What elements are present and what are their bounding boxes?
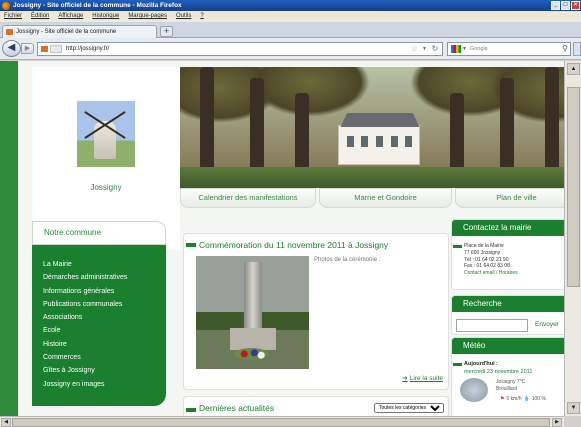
- scroll-left-icon[interactable]: ◀: [1, 418, 11, 427]
- back-arrow-icon[interactable]: ◀: [2, 40, 21, 57]
- url-text[interactable]: http://jossigny.fr/: [66, 46, 109, 52]
- article-card: Commémoration du 11 novembre 2011 à Joss…: [183, 233, 449, 390]
- window-title: Jossigny - Site officiel de la commune -…: [13, 2, 182, 9]
- read-more-link[interactable]: ➔ Lire la suite: [402, 374, 443, 382]
- search-submit-button[interactable]: Envoyer: [535, 321, 559, 328]
- contact-address: Place de la Mairie: [464, 243, 504, 249]
- bookmark-star-icon[interactable]: ☆: [411, 43, 418, 55]
- article-title[interactable]: Commémoration du 11 novembre 2011 à Joss…: [199, 240, 388, 250]
- menu-outils[interactable]: Outils: [176, 11, 191, 22]
- horizontal-scroll-thumb[interactable]: [12, 418, 550, 427]
- tab-jossigny[interactable]: Jossigny - Site officiel de la commune: [2, 25, 157, 38]
- nav-marne-et-gondoire[interactable]: Marne et Gondoire: [319, 188, 452, 208]
- menu-item-gites[interactable]: Gîtes à Jossigny: [43, 364, 127, 377]
- window-title-bar: Jossigny - Site officiel de la commune -…: [0, 0, 581, 11]
- article-bullet-icon: [186, 243, 196, 247]
- weather-date: mercredi 23 novembre 2011: [464, 369, 533, 375]
- menu-bar: Fichier Édition Affichage Historique Mar…: [0, 11, 581, 22]
- menu-item-demarches[interactable]: Démarches administratives: [43, 271, 127, 284]
- maximize-button[interactable]: □: [561, 1, 570, 10]
- favicon-icon: [6, 29, 13, 35]
- site-favicon-icon: [41, 46, 48, 52]
- new-tab-button[interactable]: +: [160, 26, 173, 37]
- menu-fichier[interactable]: Fichier: [4, 11, 22, 22]
- search-bar[interactable]: ▼ Google ⚲: [447, 42, 571, 56]
- url-bar[interactable]: http://jossigny.fr/ ☆ ▼ ↻: [37, 42, 443, 56]
- wind-flag-icon: ⚑: [500, 396, 505, 402]
- contact-email-link[interactable]: Contact email / Horaires: [464, 270, 518, 276]
- contact-phone: Tél : 01 64 02 21 90: [464, 256, 509, 263]
- scroll-down-icon[interactable]: ▼: [567, 402, 580, 414]
- contact-box: Contactez la mairie Place de la Mairie 7…: [451, 219, 576, 290]
- fog-cloud-icon: [460, 378, 488, 402]
- menu-item-commerces[interactable]: Commerces: [43, 351, 127, 364]
- weather-wind: 0 km/h: [506, 396, 522, 402]
- news-card: Dernières actualités Toutes les catégori…: [183, 396, 449, 416]
- vertical-scroll-thumb[interactable]: [567, 87, 580, 287]
- menu-historique[interactable]: Historique: [92, 11, 119, 22]
- search-placeholder: Google: [470, 46, 488, 52]
- minimize-button[interactable]: _: [551, 1, 560, 10]
- url-history-dropdown-icon[interactable]: ▼: [422, 43, 427, 55]
- home-icon[interactable]: [573, 42, 581, 56]
- news-title: Dernières actualités: [199, 403, 275, 413]
- menu-item-histoire[interactable]: Histoire: [43, 338, 127, 351]
- contact-fax: Fax : 01 64 02 83 08: [464, 263, 510, 270]
- windmill-image: [77, 101, 135, 167]
- nav-plan-de-ville[interactable]: Plan de ville: [455, 188, 578, 208]
- menu-affichage[interactable]: Affichage: [58, 11, 83, 22]
- menu-item-la-mairie[interactable]: La Mairie: [43, 258, 127, 271]
- scroll-right-icon[interactable]: ▶: [552, 418, 562, 427]
- tab-bar: Jossigny - Site officiel de la commune +: [0, 22, 581, 38]
- category-select[interactable]: Toutes les catégories: [374, 403, 444, 413]
- contact-bullet-icon: [453, 245, 462, 248]
- site-identity-icon[interactable]: [50, 45, 62, 53]
- weather-box: Météo Aujourd'hui : mercredi 23 novembre…: [451, 337, 576, 416]
- menu-edition[interactable]: Édition: [31, 11, 49, 22]
- engine-dropdown-icon[interactable]: ▼: [462, 43, 467, 55]
- menu-item-associations[interactable]: Associations: [43, 311, 127, 324]
- humidity-drop-icon: 💧: [523, 396, 530, 402]
- left-menu-title: Notre commune: [32, 221, 166, 245]
- menu-item-informations[interactable]: Informations générales: [43, 285, 127, 298]
- weather-humidity: 100 %: [531, 396, 546, 402]
- left-menu: Notre commune La Mairie Démarches admini…: [32, 221, 166, 406]
- magnifier-icon[interactable]: ⚲: [562, 43, 568, 55]
- menu-help[interactable]: ?: [200, 11, 203, 22]
- nav-calendrier[interactable]: Calendrier des manifestations: [180, 188, 316, 208]
- weather-title: Météo: [452, 338, 575, 354]
- site-logo-text: Jossigny: [90, 183, 122, 192]
- photos-caption: Photos de la cérémonie :: [314, 257, 381, 263]
- hero-banner-image: [180, 67, 578, 188]
- google-engine-icon[interactable]: [451, 45, 461, 53]
- horizontal-scrollbar[interactable]: ◀ ▶: [0, 416, 564, 427]
- menu-marque-pages[interactable]: Marque-pages: [128, 11, 167, 22]
- weather-day-label: Aujourd'hui :: [464, 361, 498, 367]
- forward-arrow-icon[interactable]: ▶: [21, 43, 34, 54]
- weather-bullet-icon: [453, 363, 462, 366]
- tab-label: Jossigny - Site officiel de la commune: [16, 29, 117, 35]
- menu-item-publications[interactable]: Publications communales: [43, 298, 127, 311]
- search-box: Recherche Envoyer: [451, 295, 576, 335]
- site-search-input[interactable]: [456, 319, 528, 332]
- firefox-icon: [2, 2, 10, 10]
- chateau-image: [338, 125, 420, 165]
- contact-title: Contactez la mairie: [452, 220, 575, 236]
- close-button[interactable]: ×: [571, 1, 580, 10]
- scroll-up-icon[interactable]: ▲: [567, 63, 580, 75]
- menu-item-jossigny-en-images[interactable]: Jossigny en images: [43, 378, 127, 391]
- search-title: Recherche: [452, 296, 575, 312]
- reload-icon[interactable]: ↻: [430, 44, 440, 54]
- navigation-toolbar: ◀ ▶ http://jossigny.fr/ ☆ ▼ ↻ ▼ Google ⚲: [0, 38, 581, 60]
- arrow-right-icon: ➔: [402, 375, 408, 382]
- news-bullet-icon: [186, 408, 196, 412]
- page-content: Jossigny Calendrier des manifestations M…: [18, 61, 581, 416]
- weather-condition: Brouillard: [496, 386, 518, 392]
- page-viewport: Jossigny Calendrier des manifestations M…: [0, 61, 581, 416]
- contact-postcode: 77 600 Jossigny: [464, 249, 501, 256]
- vertical-scrollbar[interactable]: ▲ ▼: [564, 61, 581, 416]
- menu-item-ecole[interactable]: Ecole: [43, 324, 127, 337]
- monument-photo[interactable]: [196, 256, 309, 369]
- weather-place-temp: Jossigny 7°C: [496, 379, 526, 385]
